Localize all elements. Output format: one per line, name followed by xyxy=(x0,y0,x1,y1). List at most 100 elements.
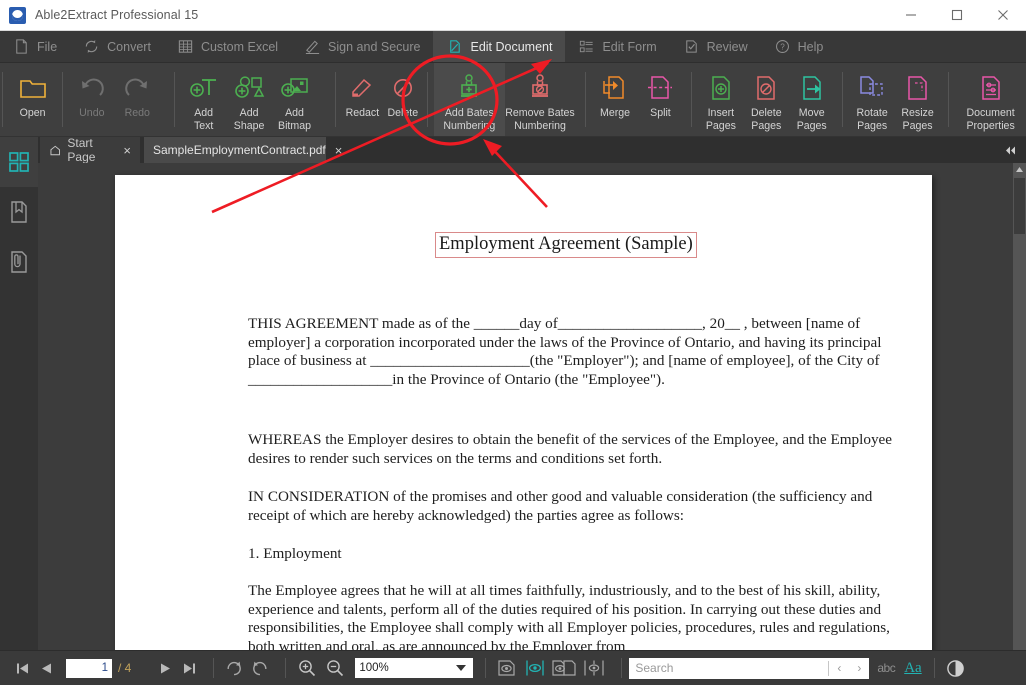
delete-pages-icon xyxy=(752,72,780,104)
menu-item-sign-and-secure[interactable]: Sign and Secure xyxy=(291,31,433,62)
last-page-button[interactable] xyxy=(177,655,201,681)
move-pages-label: Move Pages xyxy=(797,107,827,132)
two-page-view-button[interactable] xyxy=(549,655,579,681)
menu-item-edit-form[interactable]: Edit Form xyxy=(565,31,669,62)
continuous-facing-view-button[interactable] xyxy=(579,655,609,681)
document-paragraph: THIS AGREEMENT made as of the ______day … xyxy=(248,315,908,389)
tab-close-icon[interactable]: × xyxy=(123,143,131,158)
open-button[interactable]: Open xyxy=(9,63,56,136)
add-text-button[interactable]: Add Text xyxy=(181,63,226,136)
merge-button[interactable]: Merge xyxy=(592,63,637,136)
menu-item-custom-excel[interactable]: Custom Excel xyxy=(164,31,291,62)
pdf-page[interactable]: Employment Agreement (Sample) THIS AGREE… xyxy=(115,175,932,650)
remove-bates-numbering-button[interactable]: Remove Bates Numbering xyxy=(505,63,576,136)
zoom-level-value: 100% xyxy=(359,662,388,674)
menu-item-edit-document[interactable]: Edit Document xyxy=(433,31,565,62)
add-bitmap-button[interactable]: Add Bitmap xyxy=(272,63,317,136)
double-chevron-left-icon xyxy=(1004,145,1017,156)
document-paragraph-heading: 1. Employment xyxy=(248,545,908,564)
ribbon-divider xyxy=(691,72,692,127)
zoom-out-button[interactable] xyxy=(321,655,349,681)
ribbon-divider xyxy=(62,72,63,127)
scroll-up-arrow-icon[interactable] xyxy=(1013,163,1026,176)
toolbar-divider xyxy=(285,658,286,678)
able2extract-logo-icon xyxy=(9,7,26,24)
undo-button[interactable]: Undo xyxy=(69,63,114,136)
document-properties-label: Document Properties xyxy=(966,107,1014,132)
document-properties-button[interactable]: Document Properties xyxy=(955,63,1026,136)
zoom-level-select[interactable]: 100% xyxy=(355,658,473,678)
redo-arrow-icon xyxy=(123,72,151,104)
menu-label-sign-and-secure: Sign and Secure xyxy=(328,40,420,54)
search-previous-button[interactable]: ‹ xyxy=(829,658,849,679)
add-text-icon xyxy=(188,72,220,104)
last-page-icon xyxy=(182,661,197,676)
search-input[interactable] xyxy=(629,659,828,678)
match-case-toggle[interactable]: Aa xyxy=(904,660,922,677)
search-next-button[interactable]: › xyxy=(849,658,869,679)
undo-arrow-icon xyxy=(78,72,106,104)
continuous-page-view-button[interactable] xyxy=(521,655,549,681)
resize-pages-button[interactable]: Resize Pages xyxy=(895,63,940,136)
sidebar-item-page-thumbnails[interactable] xyxy=(0,137,38,187)
tab-label-sample-employment-contract: SampleEmploymentContract.pdf xyxy=(153,143,326,157)
add-bates-numbering-label: Add Bates Numbering xyxy=(443,107,495,132)
tab-sample-employment-contract[interactable]: SampleEmploymentContract.pdf × xyxy=(144,137,326,163)
sidebar-item-bookmarks[interactable] xyxy=(0,187,38,237)
vertical-scrollbar[interactable] xyxy=(1013,163,1026,650)
menu-item-help[interactable]: ? Help xyxy=(761,31,837,62)
delete-button[interactable]: Delete xyxy=(383,63,423,136)
next-page-button[interactable] xyxy=(153,655,177,681)
rotate-pages-button[interactable]: Rotate Pages xyxy=(849,63,894,136)
add-bates-numbering-button[interactable]: Add Bates Numbering xyxy=(434,63,505,136)
document-paragraph: The Employee agrees that he will at all … xyxy=(248,582,908,650)
maximize-icon[interactable] xyxy=(934,0,980,30)
single-page-view-button[interactable] xyxy=(493,655,521,681)
add-shape-button[interactable]: Add Shape xyxy=(226,63,271,136)
minimize-icon[interactable] xyxy=(888,0,934,30)
rotate-pages-icon xyxy=(857,72,887,104)
review-checkbox-icon xyxy=(683,38,700,55)
rotate-clockwise-button[interactable] xyxy=(221,655,247,681)
ribbon-divider xyxy=(335,72,336,127)
home-icon xyxy=(49,143,61,158)
redact-button[interactable]: Redact xyxy=(342,63,382,136)
insert-pages-button[interactable]: Insert Pages xyxy=(698,63,743,136)
rotate-clockwise-icon xyxy=(225,659,243,677)
tab-start-page[interactable]: Start Page × xyxy=(40,137,140,163)
sidebar-item-attachments[interactable] xyxy=(0,237,38,287)
split-button[interactable]: Split xyxy=(638,63,683,136)
menu-label-convert: Convert xyxy=(107,40,151,54)
question-mark-icon: ? xyxy=(774,38,791,55)
tab-close-icon[interactable]: × xyxy=(335,143,343,158)
scrollbar-thumb[interactable] xyxy=(1014,178,1025,234)
menu-item-file[interactable]: File xyxy=(0,31,70,62)
whole-words-toggle[interactable]: abc xyxy=(877,661,895,675)
resize-pages-label: Resize Pages xyxy=(901,107,933,132)
remove-bates-numbering-label: Remove Bates Numbering xyxy=(505,107,574,132)
collapse-panel-button[interactable] xyxy=(1000,137,1020,163)
page-count-label: / 4 xyxy=(118,661,131,675)
move-pages-button[interactable]: Move Pages xyxy=(789,63,834,136)
redo-button[interactable]: Redo xyxy=(115,63,160,136)
search-box[interactable]: ‹ › xyxy=(629,658,869,679)
contrast-toggle-button[interactable] xyxy=(942,655,970,681)
document-viewport[interactable]: Employment Agreement (Sample) THIS AGREE… xyxy=(38,163,1013,650)
document-title-textbox[interactable]: Employment Agreement (Sample) xyxy=(435,232,697,258)
bottom-toolbar: / 4 xyxy=(0,650,1026,685)
menu-item-review[interactable]: Review xyxy=(670,31,761,62)
previous-page-button[interactable] xyxy=(34,655,58,681)
ribbon-divider xyxy=(585,72,586,127)
toolbar-divider xyxy=(485,658,486,678)
close-icon[interactable] xyxy=(980,0,1026,30)
redact-label: Redact xyxy=(346,107,380,120)
delete-pages-button[interactable]: Delete Pages xyxy=(744,63,789,136)
page-number-input[interactable] xyxy=(66,659,112,678)
first-page-button[interactable] xyxy=(10,655,34,681)
grid-thumbnails-icon xyxy=(8,151,30,173)
zoom-in-button[interactable] xyxy=(293,655,321,681)
rotate-counterclockwise-button[interactable] xyxy=(247,655,273,681)
menu-item-convert[interactable]: Convert xyxy=(70,31,164,62)
add-shape-label: Add Shape xyxy=(234,107,265,132)
toolbar-divider xyxy=(213,658,214,678)
